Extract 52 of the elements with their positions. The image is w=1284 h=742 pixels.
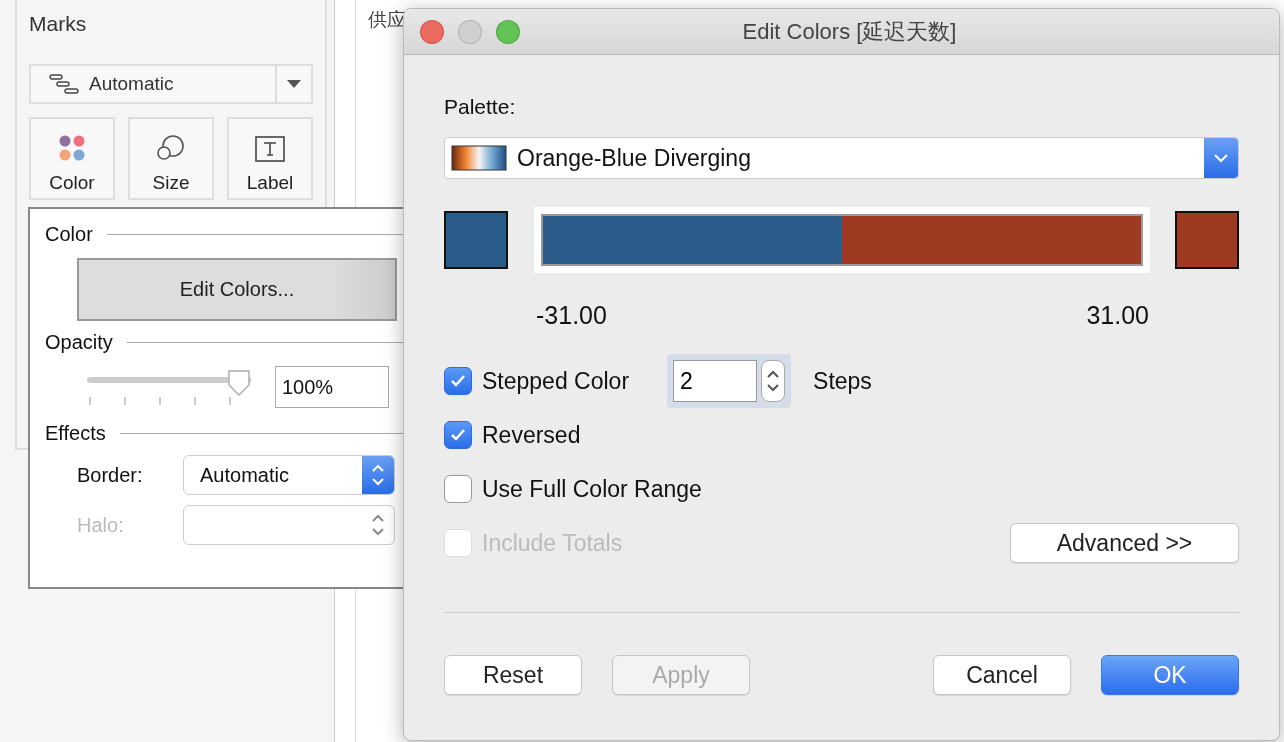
option-label: Use Full Color Range xyxy=(482,475,702,503)
dialog-button[interactable]: Cancel xyxy=(933,655,1071,695)
halo-label: Halo: xyxy=(77,513,125,537)
card-label: Color xyxy=(49,172,95,194)
steps-label: Steps xyxy=(813,367,872,395)
palette-label: Palette: xyxy=(444,95,517,119)
window-control-icon[interactable] xyxy=(458,19,482,44)
option-label: Stepped Color xyxy=(482,367,630,395)
card-label: Label xyxy=(246,172,294,194)
marks-title: Marks xyxy=(29,12,88,36)
dialog-button[interactable]: Reset xyxy=(444,655,582,695)
section-title: Effects xyxy=(45,422,106,445)
text-icon xyxy=(255,136,285,162)
section-title: Opacity xyxy=(45,331,113,354)
border-label: Border: xyxy=(77,463,144,487)
mark-type-text: Automatic xyxy=(89,73,174,95)
border-select[interactable]: Automatic xyxy=(183,455,395,495)
checkbox[interactable] xyxy=(444,475,472,503)
circles-icon xyxy=(156,134,186,162)
opacity-field[interactable]: 100% xyxy=(275,366,389,408)
section-title: Color xyxy=(45,223,93,246)
range-max: 31.00 xyxy=(1086,301,1149,330)
slider-thumb[interactable] xyxy=(227,369,251,397)
dropdown-arrow-icon xyxy=(287,80,301,88)
column-header: 供应 xyxy=(368,8,406,32)
checkbox[interactable] xyxy=(444,421,472,449)
range-min: -31.00 xyxy=(536,301,607,330)
palette-ramp-icon xyxy=(451,145,507,171)
steps-stepper[interactable] xyxy=(761,360,786,402)
advanced-button[interactable]: Advanced >> xyxy=(1010,523,1239,563)
card-label: Size xyxy=(152,172,190,194)
steps-field[interactable]: 2 xyxy=(673,360,758,402)
window-title: Edit Colors [延迟天数] xyxy=(742,17,957,46)
window-control-icon[interactable] xyxy=(496,19,520,44)
start-color-swatch[interactable] xyxy=(444,211,508,269)
checkbox[interactable] xyxy=(444,367,472,395)
mark-card[interactable]: Size xyxy=(128,117,214,200)
mark-card[interactable]: Label xyxy=(227,117,313,200)
stepper-icon xyxy=(371,512,385,538)
mark-card[interactable]: Color xyxy=(29,117,115,200)
gantt-icon xyxy=(49,73,79,95)
edit-colors-button[interactable]: Edit Colors... xyxy=(77,258,397,321)
option-label: Reversed xyxy=(482,421,581,449)
mark-type-dropdown[interactable]: Automatic xyxy=(29,64,313,104)
chevron-down-icon xyxy=(1213,153,1229,163)
opacity-slider[interactable] xyxy=(87,369,251,405)
window-control-icon[interactable] xyxy=(420,19,444,44)
palette-select[interactable]: Orange-Blue Diverging xyxy=(444,137,1239,179)
stepper-icon xyxy=(371,462,385,488)
color-dots-icon xyxy=(58,134,86,162)
end-color-swatch[interactable] xyxy=(1175,211,1239,269)
stepper-icon xyxy=(766,368,781,394)
